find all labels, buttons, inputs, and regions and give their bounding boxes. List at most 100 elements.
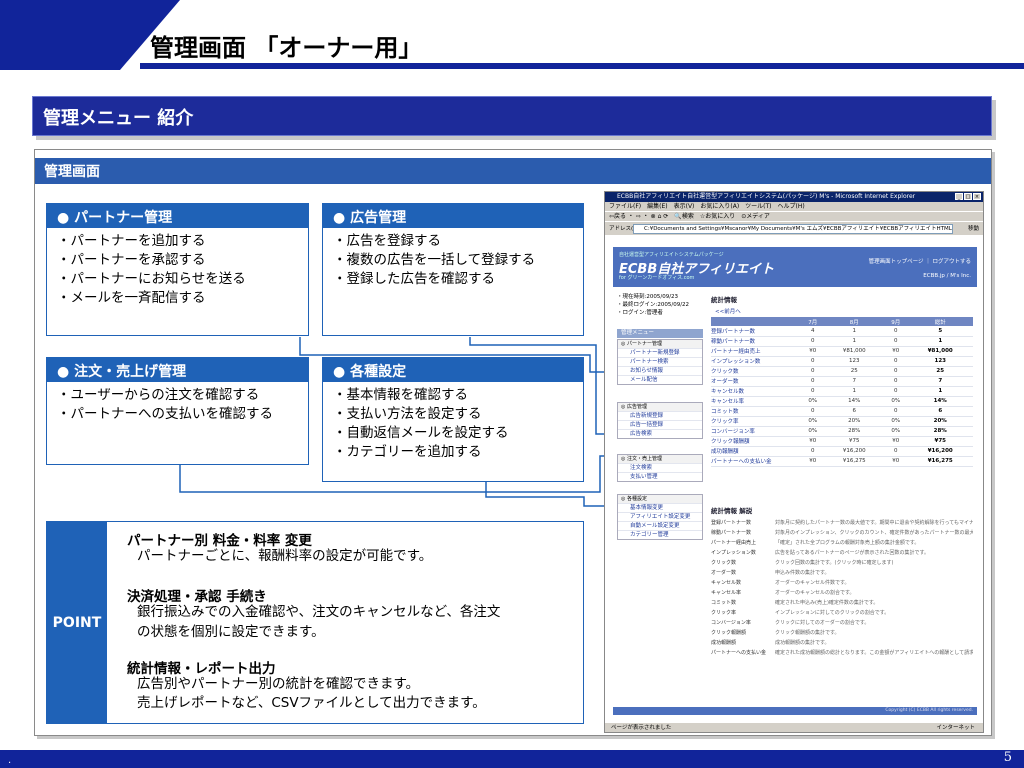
explain-desc: インプレッションに対してのクリックの割合です。 [775,610,890,616]
total-cell: ¥16,200 [907,446,973,457]
table-cell: 0% [883,426,908,437]
table-cell: 0 [883,386,908,397]
row-label: 成功報酬額 [711,446,801,457]
card-ads: ● 広告管理 ・広告を登録する ・複数の広告を一括して登録する ・登録した広告を… [322,203,584,336]
table-cell: ¥16,275 [824,456,884,467]
table-cell: 0 [801,406,825,417]
table-cell: 0 [801,356,825,367]
explain-row: クリック報酬額 クリック報酬額の集計です。 [711,628,973,638]
total-cell: 25 [907,366,973,377]
table-cell: 0% [883,416,908,427]
point-item-desc: 銀行振込みでの入金確認や、注文のキャンセルなど、各注文 [137,604,501,620]
explain-term: インプレッション数 [711,550,756,556]
explain-row: パートナーへの支払い金 確定された成功報酬額の総計となります。この金額がアフィリエ… [711,648,973,658]
table-cell: ¥75 [824,436,884,447]
table-cell: 20% [824,416,884,427]
card-partner: ● パートナー管理 ・パートナーを追加する ・パートナーを承認する ・パートナー… [46,203,309,336]
explain-desc: 「確定」された全プログラムの報酬対象売上額の集計金額です。 [775,540,920,546]
menu-link[interactable]: パートナー新規登録 [618,348,702,357]
explain-term: コンバージョン率 [711,620,751,626]
maximize-icon[interactable]: □ [964,193,972,200]
minimize-icon[interactable]: _ [955,193,963,200]
column-header: 総計 [907,317,973,326]
table-cell: 0% [801,396,825,407]
explain-desc: オーダーのキャンセルの割合です。 [775,590,855,596]
browser-toolbar[interactable]: ⇦戻る ・ ⇨ ・ ⊗ ⌂ ⟳ 🔍検索 ☆お気に入り ⊙メディア [605,211,983,221]
menu-link[interactable]: 広告検索 [618,429,702,438]
total-cell: 6 [907,406,973,417]
explain-desc: クリック報酬額の集計です。 [775,630,840,636]
previous-month-link[interactable]: <<前月へ [715,307,741,315]
menu-link[interactable]: 支払い管理 [618,472,702,481]
explain-row: オーダー数 申込み件数の集計です。 [711,568,973,578]
card-title: ● 注文・売上げ管理 [57,364,187,380]
table-cell: 0% [883,396,908,407]
footer-bar [0,750,1024,768]
table-cell: 7 [824,376,884,387]
menu-link[interactable]: お知らせ情報 [618,366,702,375]
point-item-desc: 広告別やパートナー別の統計を確認できます。 [137,676,420,692]
explain-desc: 対象月のインプレッション、クリックのカウント、確定件数があったパートナー数の最大… [775,530,973,536]
table-cell: ¥0 [801,346,825,357]
card-title: ● 各種設定 [333,364,407,380]
site-copyright: Copyright (C) ECBB All rights reserved. [613,707,977,715]
menu-link[interactable]: メール配信 [618,375,702,384]
table-cell: ¥81,000 [824,346,884,357]
card-header: ● 各種設定 [323,358,583,382]
explain-row: コンバージョン率 クリックに対してのオーダーの割合です。 [711,618,973,628]
menu-group-ads: ◎ 広告管理 広告新規登録 広告一括登録 広告検索 [617,402,703,439]
menu-link[interactable]: 広告一括登録 [618,420,702,429]
table-row: コミット数 0 6 0 6 [711,406,973,417]
row-label: クリック率 [711,416,801,427]
explain-desc: 申込み件数の集計です。 [775,570,830,576]
card-list: ・ユーザーからの注文を確認する ・パートナーへの支払いを確認する [57,386,273,424]
card-item: ・パートナーへの支払いを確認する [57,406,273,422]
total-cell: ¥75 [907,436,973,447]
table-cell: 0 [883,376,908,387]
table-row: パートナー経由売上 ¥0 ¥81,000 ¥0 ¥81,000 [711,346,973,357]
table-cell: 4 [801,326,825,337]
table-row: クリック報酬額 ¥0 ¥75 ¥0 ¥75 [711,436,973,447]
row-label: クリック報酬額 [711,436,801,447]
table-cell: 0 [801,386,825,397]
menu-link[interactable]: カテゴリー管理 [618,530,702,539]
browser-menu-bar[interactable]: ファイル(F) 編集(E) 表示(V) お気に入り(A) ツール(T) ヘルプ(… [605,202,983,211]
explain-term: クリック報酬額 [711,630,747,636]
table-cell: ¥0 [883,456,908,467]
column-header: 9月 [883,317,908,326]
site-header-links[interactable]: 管理画面トップページ ｜ ログアウトする [869,257,971,265]
explain-row: コミット数 確定された申込み(売上)確定件数の集計です。 [711,598,973,608]
info-line: ・現在時刻:2005/09/23 [617,294,679,300]
explain-term: コミット数 [711,600,737,606]
explain-row: 成功報酬額 成功報酬額の集計です。 [711,638,973,648]
menu-link[interactable]: 注文検索 [618,463,702,472]
total-cell: 7 [907,376,973,387]
point-label: POINT [47,522,107,723]
go-button[interactable]: 移動 [968,222,979,235]
table-row: パートナーへの支払い金 ¥0 ¥16,275 ¥0 ¥16,275 [711,456,973,467]
menu-link[interactable]: 基本情報変更 [618,503,702,512]
menu-link[interactable]: 広告新規登録 [618,411,702,420]
card-item: ・ユーザーからの注文を確認する [57,387,260,403]
admin-menu-header: 管理メニュー [617,329,703,338]
address-input[interactable]: C:¥Documents and Settings¥Mscanor¥My Doc… [633,224,953,234]
menu-link[interactable]: パートナー検索 [618,357,702,366]
table-cell: 0 [883,366,908,377]
internet-zone: インターネット [936,725,975,731]
table-row: キャンセル数 0 1 0 1 [711,386,973,397]
table-cell: 6 [824,406,884,417]
total-cell: 14% [907,396,973,407]
card-title: ● パートナー管理 [57,210,173,226]
explain-term: クリック率 [711,610,737,616]
row-label: キャンセル率 [711,396,801,407]
table-row: 成功報酬額 0 ¥16,200 0 ¥16,200 [711,446,973,457]
menu-link[interactable]: アフィリエイト設定変更 [618,512,702,521]
login-info: ・現在時刻:2005/09/23 ・最終ログイン:2005/09/22 ・ログイ… [617,293,702,317]
table-cell: 0 [883,336,908,347]
close-icon[interactable]: × [973,193,981,200]
menu-link[interactable]: 自動メール設定変更 [618,521,702,530]
table-cell: 1 [824,326,884,337]
total-cell: ¥81,000 [907,346,973,357]
menu-group-head: ◎ 各種設定 [618,495,702,503]
card-list: ・パートナーを追加する ・パートナーを承認する ・パートナーにお知らせを送る ・… [57,232,246,308]
